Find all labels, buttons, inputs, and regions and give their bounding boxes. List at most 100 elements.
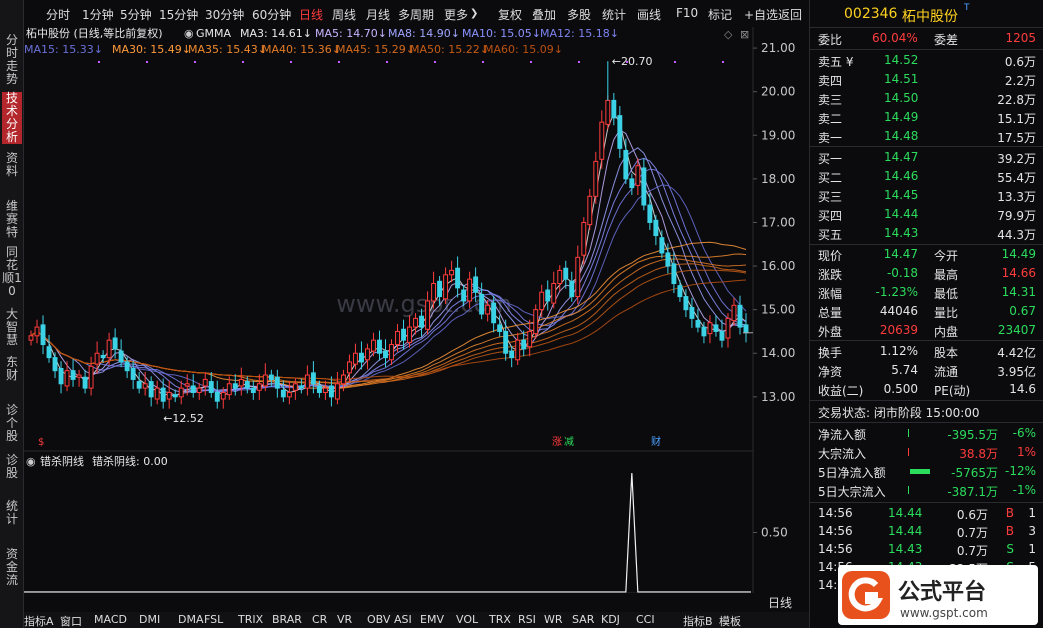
toolbar-7[interactable]: 周线	[332, 6, 356, 23]
stats2-row: 净资 5.74 流通 3.95亿	[810, 361, 1043, 380]
toolbar-10[interactable]: 更多	[444, 6, 468, 23]
sidebar-tab-2[interactable]: 资料	[2, 152, 22, 182]
candle-body	[76, 374, 82, 378]
bottom-tab-12[interactable]: EMV	[420, 613, 444, 626]
bottom-tab-14[interactable]: TRX	[489, 613, 511, 626]
level-price: 14.52	[884, 53, 919, 67]
toolbar-5[interactable]: 60分钟	[252, 6, 291, 23]
bottom-tab-0[interactable]: 指标A	[24, 613, 54, 628]
toolbar-4[interactable]: 30分钟	[205, 6, 244, 23]
candle-body	[455, 267, 461, 289]
candle-body	[371, 339, 376, 352]
stat-value: 14.47	[883, 247, 918, 261]
candle-body	[142, 383, 148, 389]
bid-row[interactable]: 买二 14.46 55.4万	[810, 167, 1043, 186]
flow-value: 38.8万	[959, 447, 998, 461]
bottom-tab-2[interactable]: MACD	[94, 613, 127, 626]
toolbar-8[interactable]: 月线	[366, 6, 390, 23]
toolbar-0[interactable]: 分时	[46, 6, 70, 23]
bottom-tab-21[interactable]: 模板	[719, 613, 741, 628]
toolbar-6[interactable]: 日线	[299, 6, 323, 23]
sidebar-tab-0[interactable]: 分时走势	[2, 34, 22, 86]
ask-row[interactable]: 卖四 14.51 2.2万	[810, 70, 1043, 89]
level-price: 14.48	[884, 129, 919, 143]
diamond-icon: ◇	[724, 28, 733, 41]
ask-row[interactable]: 卖一 14.48 17.5万	[810, 127, 1043, 146]
kline-chart[interactable]: 柘中股份 (日线,等比前复权) ◉ GMMA MA3: 14.61↓ MA5: 14.7…	[24, 26, 809, 609]
bottom-tab-13[interactable]: VOL	[456, 613, 478, 626]
bottom-tab-19[interactable]: CCI	[636, 613, 655, 626]
toolbar-11[interactable]: 复权	[498, 6, 522, 23]
bottom-tab-8[interactable]: CR	[312, 613, 327, 626]
toolbar-15[interactable]: 画线	[637, 6, 661, 23]
sidebar-tab-9[interactable]: 统计	[2, 500, 22, 538]
bid-row[interactable]: 买五 14.43 44.3万	[810, 224, 1043, 243]
toolbar-1[interactable]: 1分钟	[82, 6, 114, 23]
candle-body	[112, 337, 118, 350]
sidebar-tab-4[interactable]: 同花顺10	[2, 246, 22, 298]
weicha-label: 委差	[934, 33, 959, 47]
toolbar-3[interactable]: 15分钟	[159, 6, 198, 23]
level-price: 14.47	[884, 150, 919, 164]
bottom-tab-17[interactable]: SAR	[572, 613, 594, 626]
toolbar-16[interactable]: F10	[676, 6, 698, 20]
level-volume: 15.1万	[997, 112, 1036, 126]
bottom-tab-11[interactable]: ASI	[394, 613, 412, 626]
stat-label: 收益(二)	[818, 384, 864, 398]
bid-row[interactable]: 买一 14.47 39.2万	[810, 148, 1043, 167]
bottom-tab-20[interactable]: 指标B	[683, 613, 713, 628]
trade-status-text: 交易状态: 闭市阶段 15:00:00	[818, 406, 980, 420]
toolbar-2[interactable]: 5分钟	[120, 6, 152, 23]
chevron-right-icon[interactable]: ❯	[470, 8, 478, 19]
signal-dot	[98, 61, 100, 63]
bottom-tab-16[interactable]: WR	[544, 613, 563, 626]
bottom-tab-9[interactable]: VR	[337, 613, 352, 626]
candle-body	[551, 282, 557, 304]
ask-row[interactable]: 卖三 14.50 22.8万	[810, 89, 1043, 108]
ask-row[interactable]: 卖五 ¥ 14.52 0.6万	[810, 51, 1043, 70]
toolbar-13[interactable]: 多股	[567, 6, 591, 23]
bid-row[interactable]: 买四 14.44 79.9万	[810, 205, 1043, 224]
bottom-tab-10[interactable]: OBV	[367, 613, 390, 626]
stat-label-2: 最低	[934, 287, 959, 301]
bottom-tab-1[interactable]: 窗口	[60, 613, 82, 628]
bottom-tab-7[interactable]: BRAR	[272, 613, 302, 626]
sidebar-tab-3[interactable]: 维赛特	[2, 200, 22, 240]
candle-body	[58, 368, 64, 385]
bottom-tab-3[interactable]: DMI	[139, 613, 160, 626]
sidebar-tab-7[interactable]: 诊个股	[2, 404, 22, 444]
candle-body	[353, 352, 358, 365]
candle-body	[599, 121, 605, 160]
toolbar-18[interactable]: +自选	[744, 6, 778, 23]
chart-area[interactable]: 柘中股份 (日线,等比前复权) ◉ GMMA MA3: 14.61↓ MA5: 14.7…	[24, 26, 809, 610]
toolbar-14[interactable]: 统计	[602, 6, 626, 23]
level-volume: 39.2万	[997, 152, 1036, 166]
toolbar-9[interactable]: 多周期	[398, 6, 434, 23]
bid-row[interactable]: 买三 14.45 13.3万	[810, 186, 1043, 205]
bottom-tab-18[interactable]: KDJ	[601, 613, 620, 626]
sidebar-tab-6[interactable]: 东财	[2, 356, 22, 392]
sidebar-tab-8[interactable]: 诊股	[2, 454, 22, 492]
toolbar-19[interactable]: 返回	[778, 6, 802, 23]
bottom-tab-5[interactable]: FSL	[204, 613, 223, 626]
sidebar-tab-10[interactable]: 资金流	[2, 548, 22, 592]
price-tick-label: 15.00	[761, 303, 795, 317]
candle-body	[70, 370, 76, 380]
bottom-tab-6[interactable]: TRIX	[238, 613, 263, 626]
candle-body	[365, 348, 370, 361]
app-window: 分时走势 技术分析 资料 维赛特 同花顺10 大智慧 东财 诊个股 诊股 统计 资金流 分时 1分钟 5…	[0, 0, 1043, 628]
bottom-tab-15[interactable]: RSI	[518, 613, 536, 626]
bottom-tab-4[interactable]: DMA	[178, 613, 204, 626]
candle-body	[304, 374, 310, 389]
indicator-name: GMMA	[196, 27, 232, 40]
sidebar-tab-5[interactable]: 大智慧	[2, 308, 22, 350]
stat-label-2: 量比	[934, 306, 959, 320]
toolbar-12[interactable]: 叠加	[532, 6, 556, 23]
ask-row[interactable]: 卖二 14.49 15.1万	[810, 108, 1043, 127]
candle-body	[359, 352, 364, 363]
toolbar-17[interactable]: 标记	[708, 6, 732, 23]
low-marker: ←12.52	[163, 412, 204, 425]
event-marker-jian: 减	[564, 436, 574, 448]
sidebar-tab-1[interactable]: 技术分析	[2, 92, 22, 144]
tick-price: 14.43	[888, 542, 923, 556]
